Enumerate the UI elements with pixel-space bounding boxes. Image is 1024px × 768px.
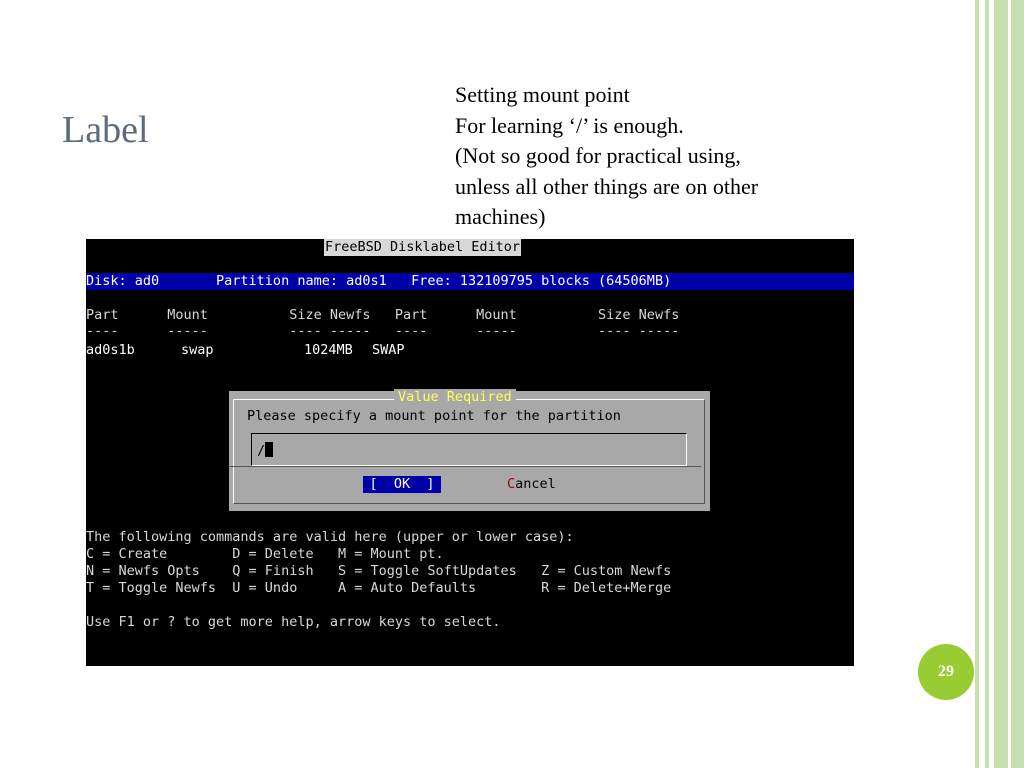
disk-info-text: Disk: ad0 Partition name: ad0s1 Free: 13…: [86, 273, 672, 289]
partition-mount: swap: [181, 342, 214, 358]
cancel-label: ancel: [515, 476, 556, 492]
dialog-separator: [229, 466, 701, 467]
note-line: machines): [455, 204, 546, 229]
mount-point-value[interactable]: /: [257, 442, 274, 460]
mount-point-input[interactable]: /: [251, 433, 687, 466]
table-header: Part Mount Size Newfs Part Mount Size Ne…: [86, 307, 680, 323]
dialog-title: Value Required: [394, 389, 516, 406]
help-line: C = Create D = Delete M = Mount pt.: [86, 546, 444, 562]
slide-title: Label: [62, 109, 149, 151]
side-stripe: [994, 0, 1008, 768]
terminal-screenshot: FreeBSD Disklabel Editor Disk: ad0 Parti…: [86, 239, 854, 666]
page-number-badge: 29: [918, 644, 974, 700]
dialog-prompt: Please specify a mount point for the par…: [247, 408, 621, 424]
cancel-button[interactable]: Cancel: [507, 476, 556, 493]
partition-part[interactable]: ad0s1b: [86, 342, 135, 359]
help-line: T = Toggle Newfs U = Undo A = Auto Defau…: [86, 580, 672, 596]
help-line: The following commands are valid here (u…: [86, 529, 574, 545]
note-line: For learning ‘/’ is enough.: [455, 112, 684, 138]
help-footer: Use F1 or ? to get more help, arrow keys…: [86, 614, 501, 630]
editor-title: FreeBSD Disklabel Editor: [324, 239, 522, 256]
ok-button[interactable]: [ OK ]: [363, 476, 441, 493]
partition-newfs: SWAP: [372, 342, 405, 358]
partition-size: 1024MB: [304, 342, 353, 358]
note-line: (Not so good for practical using,: [455, 143, 741, 168]
side-stripe: [1011, 0, 1024, 768]
cancel-hotkey: C: [507, 476, 516, 492]
note-line: unless all other things are on other: [455, 173, 759, 199]
table-rule: ---- ----- ---- ----- ---- ----- ---- --…: [86, 323, 680, 339]
text-cursor: [265, 442, 274, 457]
help-line: N = Newfs Opts Q = Finish S = Toggle Sof…: [86, 563, 672, 579]
value-required-dialog: Value Required Please specify a mount po…: [229, 389, 710, 511]
slide-notes: Setting mount point For learning ‘/’ is …: [455, 80, 895, 233]
note-line: Setting mount point: [455, 82, 630, 107]
